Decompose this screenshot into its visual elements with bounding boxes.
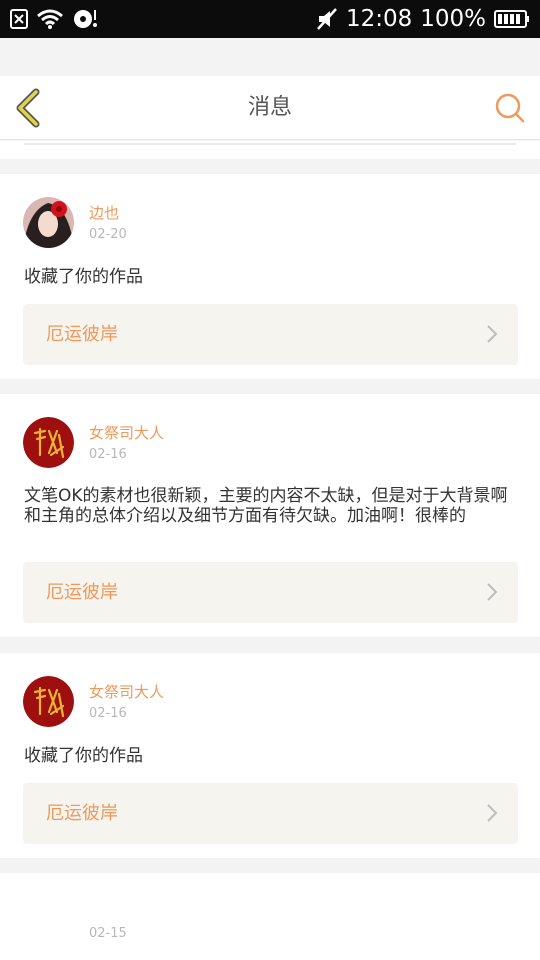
work-link[interactable]: 厄运彼岸 — [23, 304, 518, 365]
message-card: 女祭司大人 02-16 文笔OK的素材也很新颖，主要的内容不太缺，但是对于大背景… — [0, 394, 540, 637]
nav-header: 消息 — [0, 76, 540, 140]
message-card: 边也 02-20 收藏了你的作品 厄运彼岸 — [0, 174, 540, 379]
message-date: 02-16 — [89, 706, 127, 721]
status-bar: 12:08 100% — [0, 0, 540, 38]
username[interactable]: 女祭司大人 — [89, 422, 164, 443]
chevron-right-icon — [487, 583, 498, 601]
mute-icon — [316, 7, 338, 31]
work-title: 厄运彼岸 — [46, 803, 118, 824]
battery-percent: 100% — [420, 6, 486, 32]
message-card: 女祭司大人 02-16 收藏了你的作品 厄运彼岸 — [0, 653, 540, 858]
search-icon — [495, 93, 525, 123]
message-card: 02-15 — [0, 873, 540, 960]
work-title: 厄运彼岸 — [46, 582, 118, 603]
page-title: 消息 — [247, 95, 292, 120]
username[interactable]: 女祭司大人 — [89, 681, 164, 702]
top-spacer — [0, 38, 540, 76]
work-link[interactable]: 厄运彼岸 — [23, 562, 518, 623]
status-time: 12:08 — [345, 6, 413, 32]
chevron-right-icon — [487, 325, 498, 343]
sim-icon — [10, 9, 28, 29]
message-text: 文笔OK的素材也很新颖，主要的内容不太缺，但是对于大背景啊和主角的总体介绍以及细… — [24, 486, 508, 526]
message-text: 收藏了你的作品 — [24, 267, 143, 287]
search-button[interactable] — [494, 92, 526, 124]
work-title: 厄运彼岸 — [46, 324, 118, 345]
message-text: 收藏了你的作品 — [24, 746, 143, 766]
previous-item-edge — [0, 141, 540, 159]
message-date: 02-20 — [89, 227, 127, 242]
battery-icon — [494, 9, 530, 29]
work-link[interactable]: 厄运彼岸 — [23, 783, 518, 844]
chevron-right-icon — [487, 804, 498, 822]
avatar[interactable] — [23, 197, 74, 248]
wifi-icon — [36, 8, 64, 30]
username[interactable]: 边也 — [89, 202, 119, 223]
message-date: 02-16 — [89, 447, 127, 462]
avatar[interactable] — [23, 417, 74, 468]
music-disc-icon — [72, 8, 98, 30]
avatar[interactable] — [23, 676, 74, 727]
message-date: 02-15 — [89, 926, 127, 941]
